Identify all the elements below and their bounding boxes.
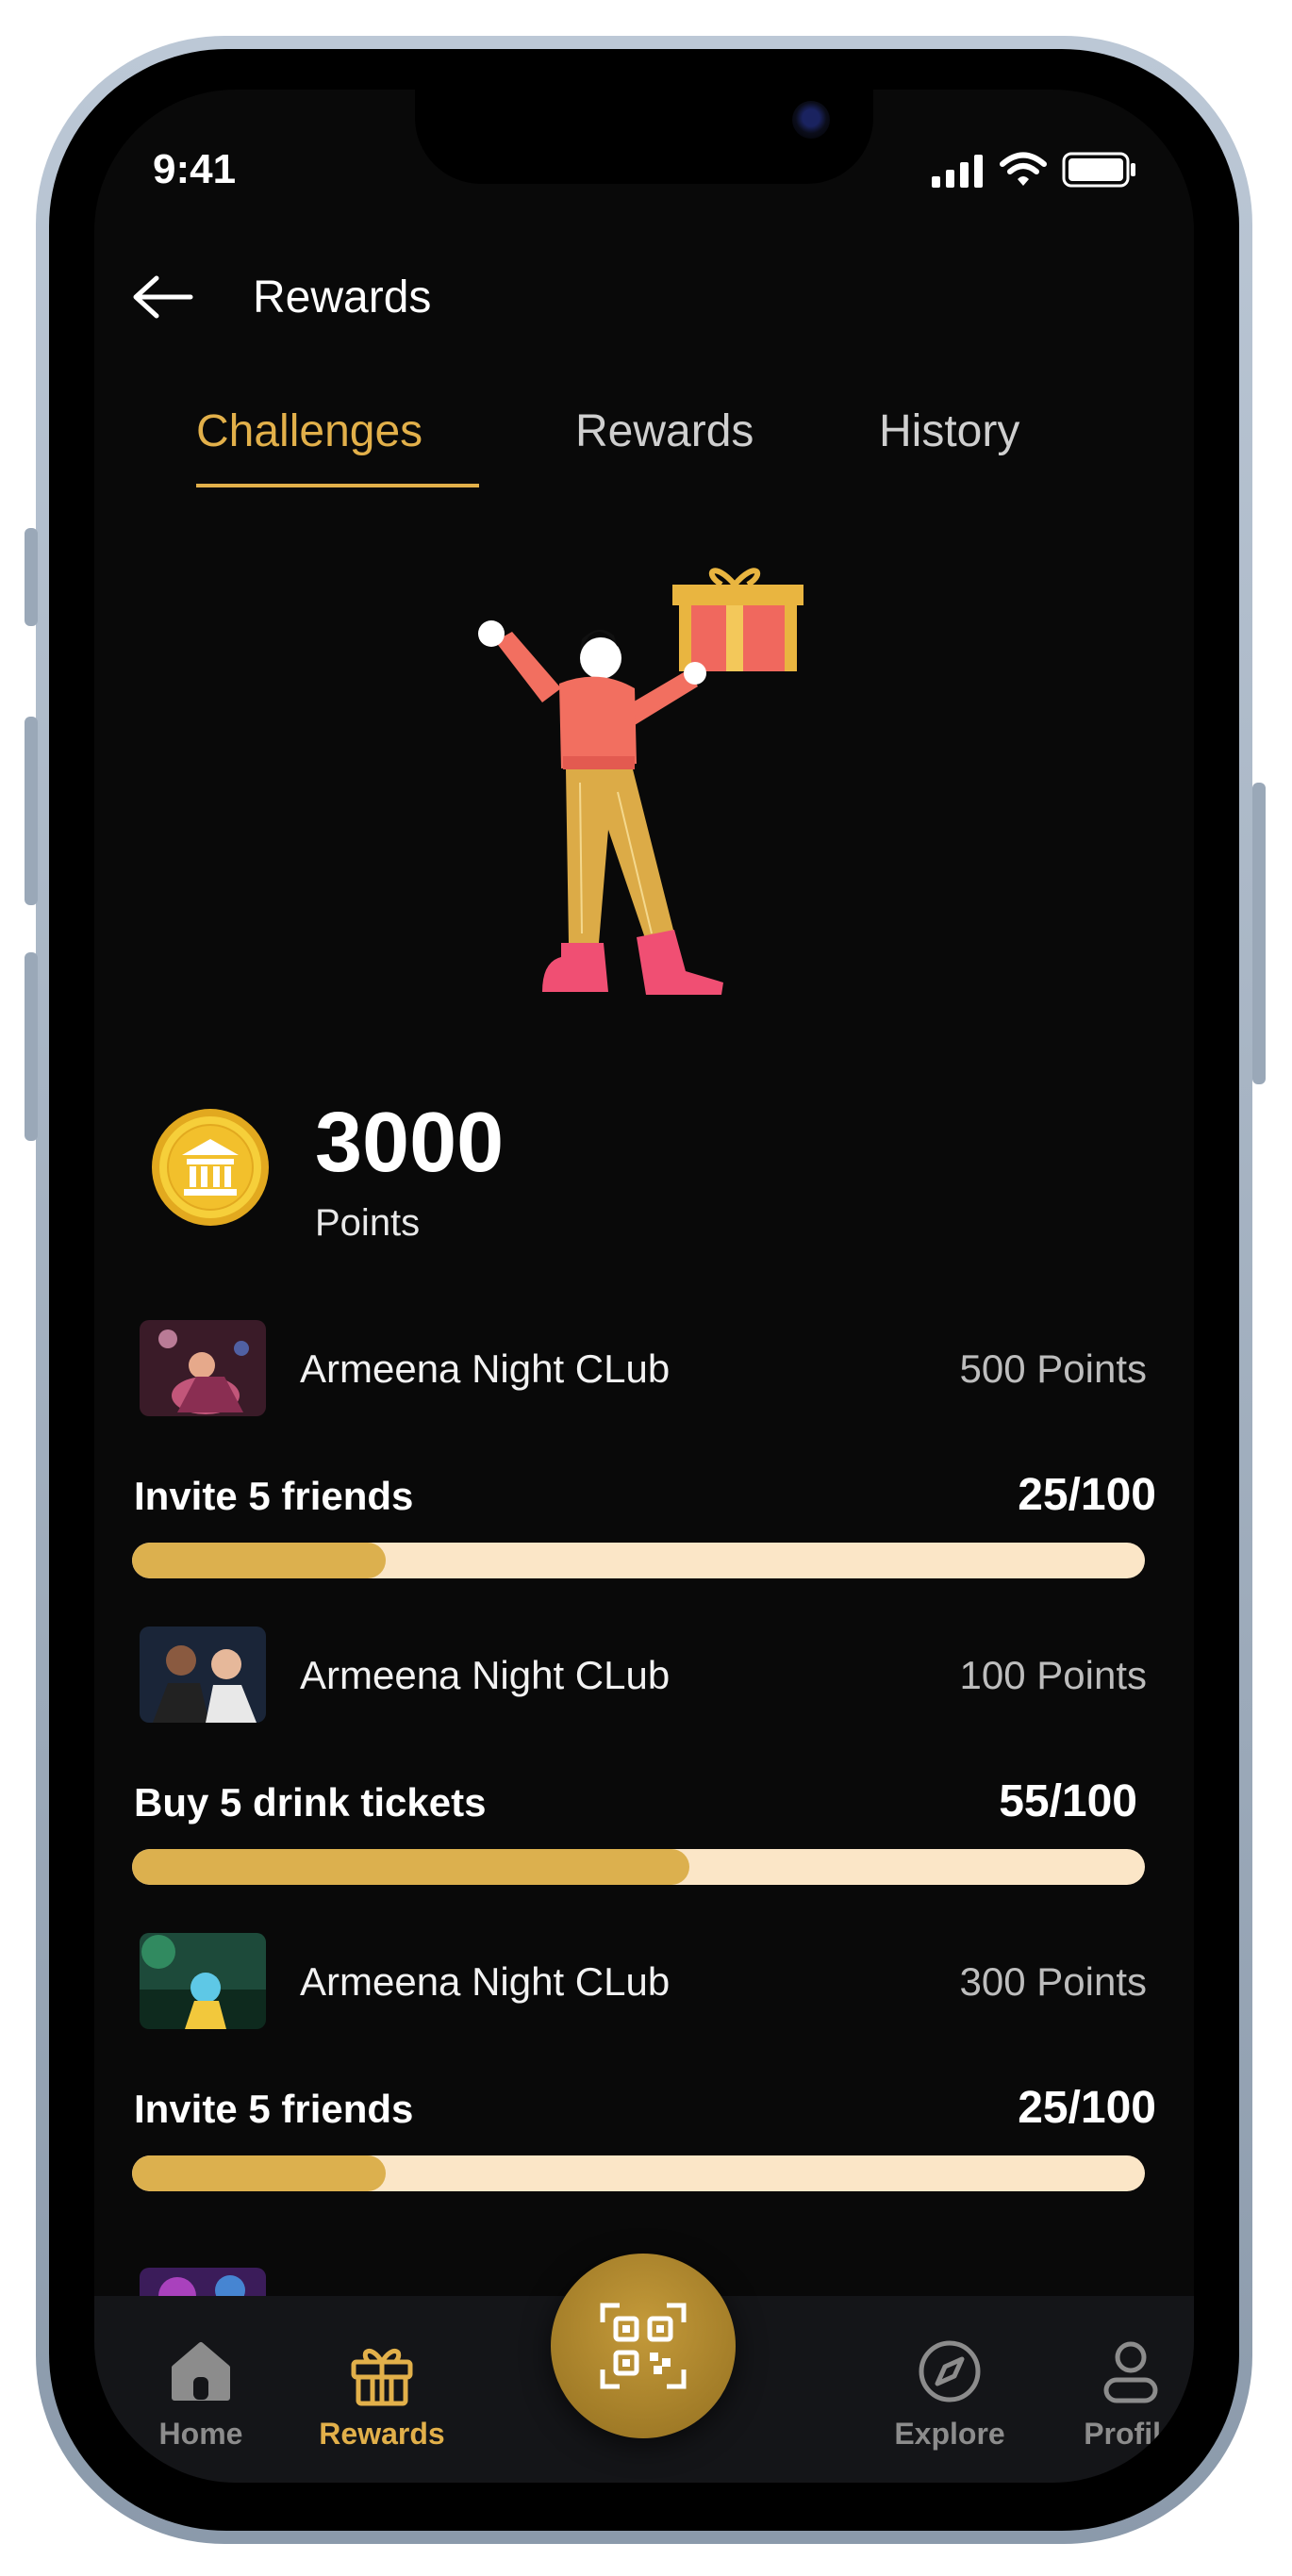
notch (415, 90, 873, 184)
club-thumbnail (140, 1320, 266, 1416)
app-screen: 9:41 Rewards Challenges Rewards History … (94, 90, 1194, 2483)
reward-points: 100 Points (959, 1653, 1147, 1697)
progress-bar-fill (132, 1543, 386, 1578)
tab-rewards[interactable]: Rewards (575, 405, 754, 457)
volume-up-button (25, 717, 38, 905)
club-name: Armeena Night CLub (300, 1959, 671, 2004)
gift-icon (351, 2349, 413, 2406)
challenge-card[interactable]: Armeena Night CLub 500 Points Invite 5 f… (94, 1320, 1194, 1612)
tab-challenges[interactable]: Challenges (196, 405, 422, 457)
challenge-card[interactable]: Armeena Night CLub 100 Points Buy 5 drin… (94, 1627, 1194, 1919)
signal-icon (932, 155, 983, 188)
qr-scan-icon (600, 2303, 687, 2389)
tab-history[interactable]: History (879, 405, 1019, 457)
reward-points: 300 Points (959, 1959, 1147, 2004)
progress-bar-fill (132, 1849, 689, 1885)
battery-icon (1062, 152, 1135, 188)
power-button (1252, 783, 1266, 1084)
reward-points: 500 Points (959, 1346, 1147, 1391)
progress-text: 25/100 (1018, 2083, 1156, 2133)
nav-explore-label: Explore (894, 2417, 1005, 2451)
nav-home[interactable]: Home (130, 2332, 272, 2452)
nav-home-label: Home (158, 2417, 243, 2451)
back-arrow-icon (133, 275, 193, 319)
camera-icon (792, 101, 830, 139)
gift-illustration (478, 568, 803, 995)
progress-text: 55/100 (999, 1776, 1137, 1826)
points-label: Points (315, 1202, 421, 1244)
nav-explore[interactable]: Explore (879, 2332, 1020, 2452)
home-icon (172, 2342, 230, 2401)
mute-switch (25, 528, 38, 626)
challenge-task: Invite 5 friends (134, 2087, 414, 2131)
wifi-icon (1000, 152, 1047, 186)
page-title: Rewards (253, 272, 432, 322)
nav-profile-label: Profile (1084, 2417, 1178, 2451)
qr-scan-button[interactable] (551, 2254, 736, 2438)
club-name: Armeena Night CLub (300, 1346, 671, 1391)
progress-text: 25/100 (1018, 1470, 1156, 1520)
progress-bar (132, 1543, 1145, 1578)
nav-rewards-label: Rewards (319, 2417, 445, 2451)
progress-bar (132, 1849, 1145, 1885)
compass-icon (919, 2340, 981, 2403)
progress-bar (132, 2155, 1145, 2191)
club-thumbnail (140, 1627, 266, 1723)
back-button[interactable] (130, 269, 198, 325)
club-name: Armeena Night CLub (300, 1653, 671, 1697)
nav-profile[interactable]: Profile (1060, 2332, 1194, 2452)
status-icons (932, 152, 1137, 188)
status-time: 9:41 (153, 146, 237, 192)
challenge-task: Invite 5 friends (134, 1474, 414, 1518)
challenge-card[interactable]: Armeena Night CLub 300 Points Invite 5 f… (94, 1933, 1194, 2225)
challenge-task: Buy 5 drink tickets (134, 1780, 487, 1825)
coin-bank-icon (152, 1109, 269, 1226)
active-tab-indicator (196, 484, 479, 487)
nav-rewards[interactable]: Rewards (311, 2332, 453, 2452)
progress-bar-fill (132, 2155, 386, 2191)
tab-bar: Challenges Rewards History (94, 405, 1194, 509)
club-thumbnail (140, 1933, 266, 2029)
volume-down-button (25, 952, 38, 1141)
points-value: 3000 (315, 1096, 505, 1190)
header: Rewards (130, 259, 431, 335)
profile-icon (1103, 2341, 1158, 2403)
